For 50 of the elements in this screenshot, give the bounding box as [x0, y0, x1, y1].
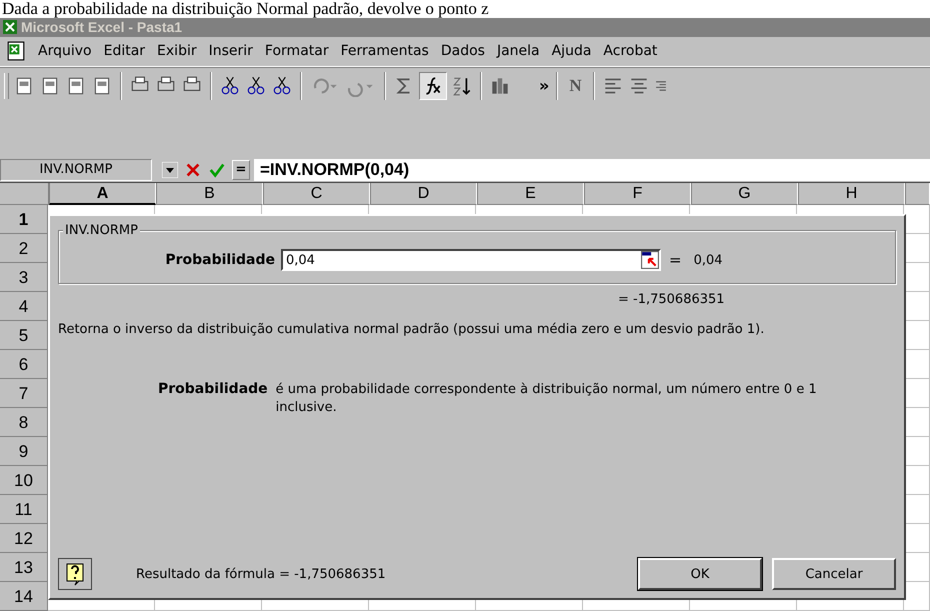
menu-item[interactable]: Janela — [490, 43, 546, 60]
bold-button[interactable]: N — [565, 76, 586, 96]
argument-label: Probabilidade — [164, 252, 275, 268]
edit-formula-button[interactable]: = — [232, 160, 250, 180]
dialog-button[interactable]: OK — [638, 558, 762, 590]
argument-name: Probabilidade — [158, 381, 268, 399]
formula-field[interactable]: =INV.NORMP(0,04) — [254, 159, 930, 182]
window-title: Microsoft Excel - Pasta1 — [21, 19, 182, 36]
row-header[interactable]: 3 — [0, 263, 48, 292]
dropdown-button[interactable] — [162, 162, 178, 178]
argument-value: 0,04 — [694, 252, 723, 268]
menu-item[interactable]: Dados — [434, 43, 491, 60]
more-buttons[interactable]: » — [539, 76, 550, 96]
menu-item[interactable]: Ferramentas — [334, 43, 435, 60]
dialog-button[interactable]: Cancelar — [772, 558, 896, 590]
function-icon[interactable] — [419, 72, 447, 100]
row-header[interactable]: 7 — [0, 379, 48, 408]
formula-result: Resultado da fórmula = -1,750686351 — [136, 566, 387, 582]
menu-item[interactable]: Formatar — [258, 43, 335, 60]
function-description: Retorna o inverso da distribuição cumulativa normal padrão (possui uma média zero e um desvio padrão 1). — [58, 321, 766, 339]
row-header[interactable]: 5 — [0, 321, 48, 350]
menu-item[interactable]: Acrobat — [597, 43, 664, 60]
argument-field[interactable]: 0,04 — [281, 249, 661, 271]
help-button[interactable] — [58, 558, 92, 590]
menu-item[interactable]: Ajuda — [546, 43, 598, 60]
menu-item[interactable]: Arquivo — [32, 43, 98, 60]
row-header[interactable]: 6 — [0, 350, 48, 379]
row-header[interactable]: 1 — [0, 205, 48, 234]
row-header[interactable]: 9 — [0, 437, 48, 466]
function-result: = -1,750686351 — [618, 292, 726, 307]
row-header[interactable]: 2 — [0, 234, 48, 263]
row-header[interactable]: 12 — [0, 524, 48, 553]
row-header[interactable]: 4 — [0, 292, 48, 321]
scissors-icon[interactable] — [219, 74, 241, 97]
check-icon[interactable] — [208, 161, 226, 180]
row-header[interactable]: 8 — [0, 408, 48, 437]
row-header[interactable]: 11 — [0, 495, 48, 524]
caption-text: Dada a probabilidade na distribuição Normal padrão, devolve o ponto z — [0, 0, 930, 18]
menu-item[interactable]: Inserir — [202, 43, 259, 60]
equals-sign: = — [669, 251, 682, 269]
row-header[interactable]: 14 — [0, 582, 48, 611]
menu-item[interactable]: Exibir — [151, 43, 203, 60]
workbook-icon[interactable] — [6, 41, 26, 62]
menu-item[interactable]: Editar — [98, 43, 152, 60]
name-box[interactable]: INV.NORMP — [0, 159, 152, 182]
collapse-dialog-icon[interactable] — [641, 251, 659, 269]
spreadsheet-icon — [2, 19, 18, 36]
row-header[interactable]: 10 — [0, 466, 48, 495]
argument-description: é uma probabilidade correspondente à distribuição normal, um número entre 0 e 1 inclusive. — [276, 381, 818, 417]
row-header[interactable]: 13 — [0, 553, 48, 582]
